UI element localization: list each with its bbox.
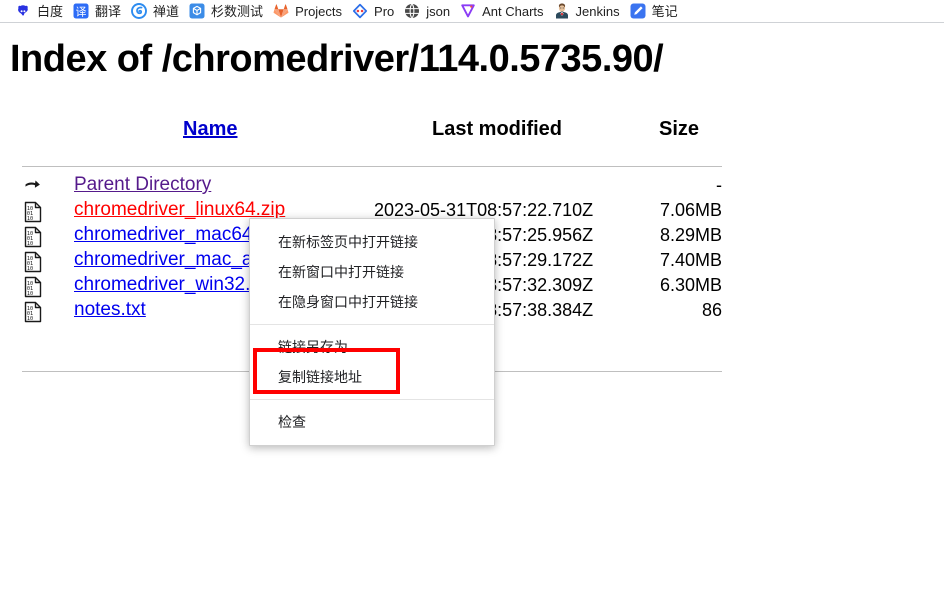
bookmark-label: 笔记	[651, 3, 678, 19]
file-link[interactable]: Parent Directory	[74, 174, 211, 196]
file-size: 8.29MB	[659, 225, 722, 245]
table-row: Parent Directory -	[22, 174, 722, 199]
svg-text:译: 译	[76, 5, 87, 18]
bookmark-label: 杉数测试	[211, 3, 264, 19]
bookmark-item-7[interactable]: Ant Charts	[455, 1, 548, 22]
translate-icon: 译	[73, 3, 89, 19]
bookmark-label: 白度	[37, 3, 64, 19]
binary-file-icon: 10 01 10	[22, 226, 44, 248]
bookmark-label: 禅道	[153, 3, 180, 19]
context-menu-item[interactable]: 复制链接地址	[250, 362, 494, 392]
context-menu-separator	[250, 399, 494, 400]
bookmark-label: Pro	[374, 3, 395, 19]
bookmark-label: Projects	[295, 3, 343, 19]
column-header-name[interactable]: Name	[183, 118, 237, 141]
bookmark-label: 翻译	[95, 3, 122, 19]
listing-top-divider	[22, 166, 722, 167]
file-size: 6.30MB	[659, 275, 722, 295]
bookmark-label: Jenkins	[575, 3, 620, 19]
bookmark-label: json	[426, 3, 451, 19]
context-menu-item[interactable]: 在新窗口中打开链接	[250, 257, 494, 287]
file-size: 7.40MB	[659, 250, 722, 270]
file-link[interactable]: notes.txt	[74, 299, 146, 321]
bookmark-item-8[interactable]: Jenkins	[549, 1, 625, 22]
diamond-icon	[352, 3, 368, 19]
bookmark-label: Ant Charts	[482, 3, 544, 19]
context-menu-item[interactable]: 检查	[250, 407, 494, 437]
directory-listing: Name Last modified Size	[22, 118, 722, 148]
file-size: 7.06MB	[659, 200, 722, 220]
cube-icon	[189, 3, 205, 19]
bookmark-item-4[interactable]: Projects	[268, 1, 347, 22]
bookmark-item-3[interactable]: 杉数测试	[184, 1, 268, 22]
link-context-menu[interactable]: 在新标签页中打开链接 在新窗口中打开链接 在隐身窗口中打开链接 链接另存为... 复制链…	[249, 218, 495, 446]
note-pencil-icon	[630, 3, 646, 19]
baidu-icon	[15, 3, 31, 19]
binary-file-icon: 10 01 10	[22, 276, 44, 298]
svg-text:10: 10	[27, 216, 33, 222]
context-menu-item[interactable]: 在隐身窗口中打开链接	[250, 287, 494, 317]
svg-text:10: 10	[27, 266, 33, 272]
parent-directory-icon	[22, 176, 44, 198]
bookmark-item-0[interactable]: 白度	[10, 1, 68, 22]
listing-header-row: Name Last modified Size	[22, 118, 722, 148]
bookmarks-bar: 白度译翻译 禅道 杉数测试 Projects Pro json Ant Charts Jenk…	[0, 0, 944, 23]
jenkins-butler-icon	[554, 3, 570, 19]
gitlab-fox-icon	[273, 3, 289, 19]
zentao-icon	[131, 3, 147, 19]
bookmark-item-5[interactable]: Pro	[347, 1, 399, 22]
column-header-last-modified: Last modified	[432, 118, 563, 140]
bookmark-item-9[interactable]: 笔记	[625, 1, 683, 22]
context-menu-item[interactable]: 链接另存为...	[250, 332, 494, 362]
bookmark-item-1[interactable]: 译翻译	[68, 1, 126, 22]
context-menu-separator	[250, 324, 494, 325]
page-title: Index of /chromedriver/114.0.5735.90/	[10, 38, 664, 80]
column-header-size: Size	[659, 118, 700, 140]
svg-text:10: 10	[27, 291, 33, 297]
binary-file-icon: 10 01 10	[22, 301, 44, 323]
file-size: -	[716, 175, 722, 195]
svg-text:10: 10	[27, 241, 33, 247]
binary-file-icon: 10 01 10	[22, 251, 44, 273]
binary-file-icon: 10 01 10	[22, 201, 44, 223]
file-size: 86	[701, 300, 722, 320]
bookmark-item-2[interactable]: 禅道	[126, 1, 184, 22]
globe-icon	[404, 3, 420, 19]
bookmark-item-6[interactable]: json	[399, 1, 455, 22]
antv-icon	[460, 3, 476, 19]
context-menu-item[interactable]: 在新标签页中打开链接	[250, 227, 494, 257]
svg-text:10: 10	[27, 316, 33, 322]
file-link[interactable]: chromedriver_win32.zip	[74, 274, 275, 296]
